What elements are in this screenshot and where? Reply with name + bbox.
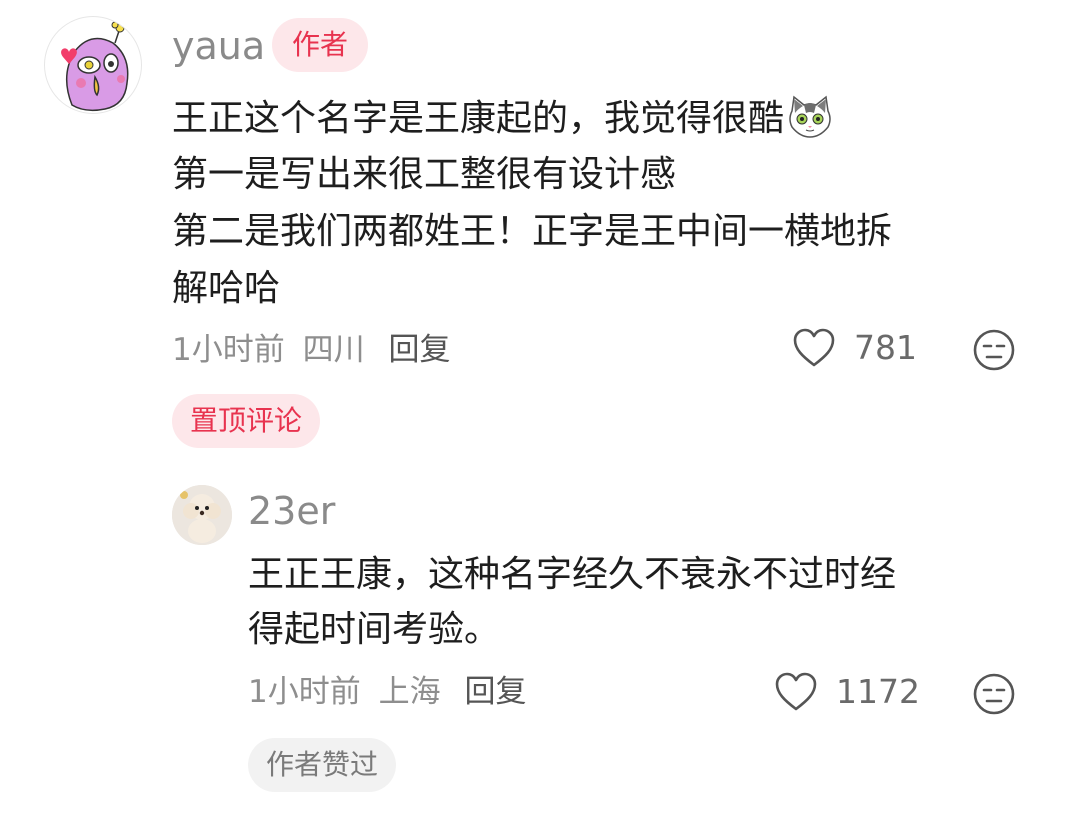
meh-face-icon: [973, 673, 1015, 715]
comment-text-line: 得起时间考验。: [248, 609, 501, 650]
comment-text-line: 王正这个名字是王康起的，我觉得很酷: [172, 95, 834, 142]
comment-text-line: 解哈哈: [172, 268, 281, 309]
cartoon-avatar-icon: [61, 21, 129, 112]
username[interactable]: yaua: [172, 24, 265, 68]
meh-face-icon: [973, 329, 1015, 371]
pinned-comment-tag: 置顶评论: [172, 394, 321, 448]
like-button[interactable]: 781: [792, 328, 917, 368]
like-button[interactable]: 1172: [774, 672, 920, 712]
dislike-button[interactable]: [972, 672, 1016, 720]
comment-text-line: 第二是我们两都姓王！正字是王中间一横地拆: [172, 211, 893, 252]
avatar-yaua[interactable]: [44, 16, 142, 114]
heart-outline-icon: [793, 328, 835, 367]
comment-location: 四川: [302, 332, 365, 368]
comment-time: 1小时前: [172, 332, 285, 368]
reply-button[interactable]: 回复: [388, 332, 450, 368]
comment-location: 上海: [378, 674, 441, 710]
avatar-23er[interactable]: [172, 485, 232, 545]
username[interactable]: 23er: [248, 489, 335, 533]
like-count: 1172: [836, 672, 920, 711]
like-count: 781: [854, 328, 917, 367]
reply-button[interactable]: 回复: [464, 674, 526, 710]
heart-outline-icon: [775, 672, 817, 711]
comment-meta: 1小时前 上海 回复: [248, 672, 526, 712]
dislike-button[interactable]: [972, 328, 1016, 376]
comment-item: yaua 作者 王正这个名字是王康起的，我觉得很酷 第一是写出来很工整很有设计感…: [0, 0, 1080, 460]
comment-text-line: 第一是写出来很工整很有设计感: [172, 154, 677, 195]
author-liked-tag: 作者赞过: [248, 738, 397, 792]
comment-time: 1小时前: [248, 674, 361, 710]
reply-comment-item: 23er 王正王康，这种名字经久不衰永不过时经 得起时间考验。 1小时前 上海 …: [0, 460, 1080, 827]
comment-meta: 1小时前 四川 回复: [172, 330, 450, 370]
comment-text-line: 王正王康，这种名字经久不衰永不过时经: [248, 554, 897, 595]
cat-emoji-icon: [786, 95, 834, 139]
author-badge: 作者: [272, 18, 369, 72]
poodle-avatar-icon: [172, 485, 232, 545]
